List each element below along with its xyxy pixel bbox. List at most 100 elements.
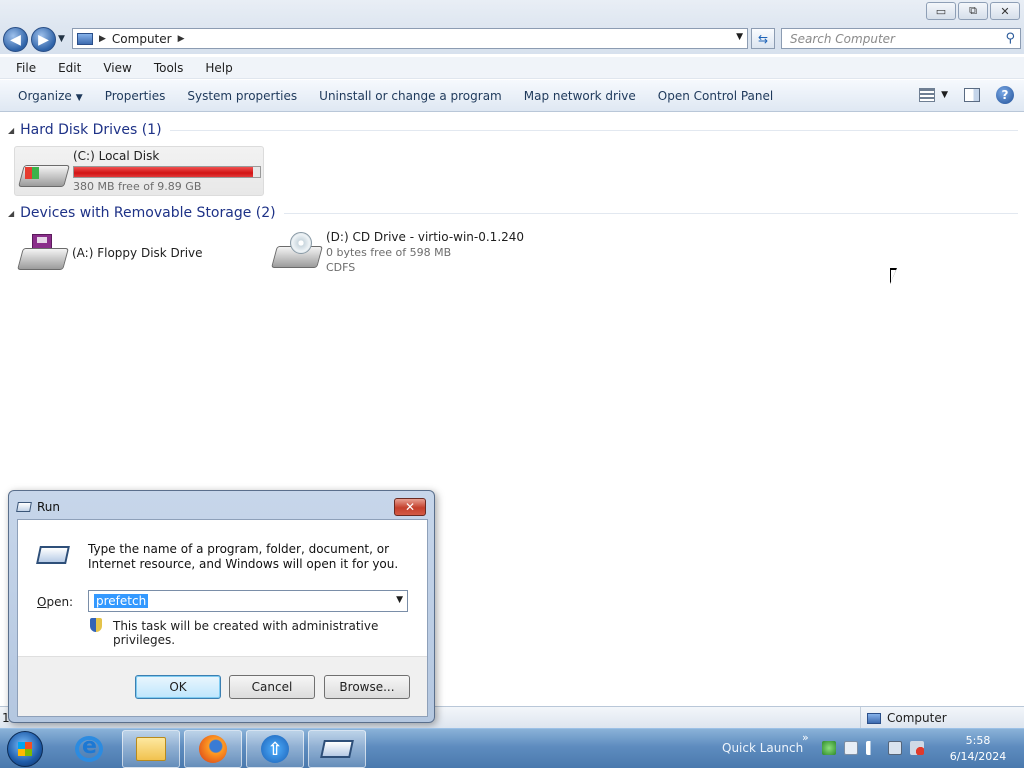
breadcrumb-computer[interactable]: Computer xyxy=(112,32,172,46)
uac-shield-icon xyxy=(90,618,102,632)
chevron-down-icon: ▼ xyxy=(941,90,948,100)
drive-a-tile[interactable]: (A:) Floppy Disk Drive xyxy=(16,232,256,278)
drive-d-info: (D:) CD Drive - virtio-win-0.1.240 0 byt… xyxy=(326,230,524,280)
address-dropdown-icon[interactable]: ▼ xyxy=(736,32,743,42)
view-icon xyxy=(919,88,936,102)
menu-tools[interactable]: Tools xyxy=(150,61,188,75)
change-view-button[interactable]: ▼ xyxy=(919,88,948,102)
taskbar-update-app[interactable]: ⇧ xyxy=(246,730,304,768)
breadcrumb-chevron-icon[interactable]: ▶ xyxy=(99,34,106,44)
status-location: Computer xyxy=(860,707,947,729)
drive-d-tile[interactable]: (D:) CD Drive - virtio-win-0.1.240 0 byt… xyxy=(270,230,570,280)
open-label-text: pen: xyxy=(46,595,74,609)
open-combobox[interactable]: prefetch ▼ xyxy=(88,590,408,612)
menu-bar: File Edit View Tools Help xyxy=(0,57,1024,79)
computer-icon xyxy=(77,32,93,45)
taskbar-internet-explorer[interactable] xyxy=(60,730,118,768)
drive-free-space: 0 bytes free of 598 MB xyxy=(326,246,452,259)
network-status-icon[interactable] xyxy=(822,741,836,755)
drive-name: (A:) Floppy Disk Drive xyxy=(72,246,203,260)
firefox-icon xyxy=(199,735,227,763)
open-control-panel-button[interactable]: Open Control Panel xyxy=(650,89,781,103)
map-network-drive-button[interactable]: Map network drive xyxy=(516,89,644,103)
capacity-bar-fill xyxy=(74,167,253,177)
upload-arrow-icon: ⇧ xyxy=(261,735,289,763)
help-icon[interactable]: ? xyxy=(996,86,1014,104)
collapse-triangle-icon[interactable]: ◢ xyxy=(8,126,14,135)
status-location-label: Computer xyxy=(887,711,947,725)
drive-name: (C:) Local Disk xyxy=(73,149,160,163)
run-icon xyxy=(16,502,32,512)
properties-button[interactable]: Properties xyxy=(97,89,174,103)
group-title: Devices with Removable Storage (2) xyxy=(20,205,276,221)
group-header-removable-storage[interactable]: ◢ Devices with Removable Storage (2) xyxy=(8,205,1018,221)
cancel-button[interactable]: Cancel xyxy=(229,675,315,699)
search-input[interactable] xyxy=(782,29,992,48)
browse-button[interactable]: Browse... xyxy=(324,675,410,699)
display-icon[interactable] xyxy=(888,741,902,755)
drive-name: (D:) CD Drive - virtio-win-0.1.240 xyxy=(326,230,525,244)
admin-privileges-note: This task will be created with administr… xyxy=(113,619,379,647)
quick-launch-label[interactable]: Quick Launch xyxy=(722,741,803,755)
menu-view[interactable]: View xyxy=(99,61,135,75)
drive-c-info: (C:) Local Disk 380 MB free of 9.89 GB xyxy=(73,149,261,193)
volume-muted-icon[interactable] xyxy=(910,741,924,755)
clock-date: 6/14/2024 xyxy=(949,750,1007,763)
search-box[interactable]: ⚲ xyxy=(781,28,1021,49)
run-dialog-title: Run xyxy=(37,500,61,514)
organize-button[interactable]: Organize ▼ xyxy=(10,89,91,103)
breadcrumb-chevron-icon[interactable]: ▶ xyxy=(178,34,185,44)
group-title: Hard Disk Drives (1) xyxy=(20,122,162,138)
refresh-button[interactable]: ⇆ xyxy=(751,28,775,49)
recent-pages-dropdown[interactable]: ▼ xyxy=(58,34,65,44)
view-controls: ▼ ? xyxy=(919,86,1014,104)
clock-time: 5:58 xyxy=(965,734,991,747)
address-bar[interactable]: ▶ Computer ▶ ▼ xyxy=(72,28,748,49)
action-center-flag-icon[interactable] xyxy=(866,741,880,755)
floppy-drive-icon xyxy=(16,232,69,272)
forward-button[interactable]: ▶ xyxy=(31,27,56,52)
run-icon xyxy=(320,740,354,758)
drive-filesystem: CDFS xyxy=(326,261,356,274)
uninstall-program-button[interactable]: Uninstall or change a program xyxy=(311,89,510,103)
cd-drive-icon xyxy=(270,230,323,270)
taskbar-windows-explorer[interactable] xyxy=(122,730,180,768)
preview-pane-button[interactable] xyxy=(964,88,980,102)
open-input-value[interactable]: prefetch xyxy=(94,594,149,608)
internet-explorer-icon xyxy=(75,734,103,762)
collapse-triangle-icon[interactable]: ◢ xyxy=(8,209,14,218)
ok-button[interactable]: OK xyxy=(135,675,221,699)
system-tray xyxy=(822,741,924,755)
back-button[interactable]: ◀ xyxy=(3,27,28,52)
drive-a-info: (A:) Floppy Disk Drive xyxy=(72,232,203,278)
minimize-button[interactable]: ▭ xyxy=(926,2,956,20)
document-icon[interactable] xyxy=(844,741,858,755)
run-dialog-body: Type the name of a program, folder, docu… xyxy=(17,519,428,717)
system-properties-button[interactable]: System properties xyxy=(179,89,305,103)
command-bar: Organize ▼ Properties System properties U… xyxy=(0,80,1024,112)
start-button[interactable] xyxy=(7,731,43,767)
dialog-button-area: OK Cancel Browse... xyxy=(18,656,427,716)
group-header-hard-disk-drives[interactable]: ◢ Hard Disk Drives (1) xyxy=(8,122,1018,138)
computer-icon xyxy=(867,712,881,724)
run-dialog-title-bar[interactable]: Run xyxy=(16,500,61,514)
drive-c-tile[interactable]: (C:) Local Disk 380 MB free of 9.89 GB xyxy=(14,146,264,196)
close-button[interactable]: ✕ xyxy=(394,498,426,516)
menu-file[interactable]: File xyxy=(12,61,40,75)
menu-help[interactable]: Help xyxy=(201,61,236,75)
drive-free-space: 380 MB free of 9.89 GB xyxy=(73,180,202,193)
system-clock[interactable]: 5:58 6/14/2024 xyxy=(944,733,1012,765)
mouse-cursor-icon xyxy=(890,268,904,284)
taskbar-firefox[interactable] xyxy=(184,730,242,768)
close-window-button[interactable]: ✕ xyxy=(990,2,1020,20)
search-icon[interactable]: ⚲ xyxy=(1005,31,1015,46)
open-label: Open: xyxy=(37,595,73,609)
chevron-down-icon[interactable]: ▼ xyxy=(396,595,403,605)
folder-icon xyxy=(136,737,166,761)
chevron-right-icon[interactable]: » xyxy=(802,731,809,744)
menu-edit[interactable]: Edit xyxy=(54,61,85,75)
restore-button[interactable]: ⧉ xyxy=(958,2,988,20)
taskbar-run[interactable] xyxy=(308,730,366,768)
chevron-down-icon: ▼ xyxy=(75,92,83,103)
capacity-bar xyxy=(73,166,261,178)
